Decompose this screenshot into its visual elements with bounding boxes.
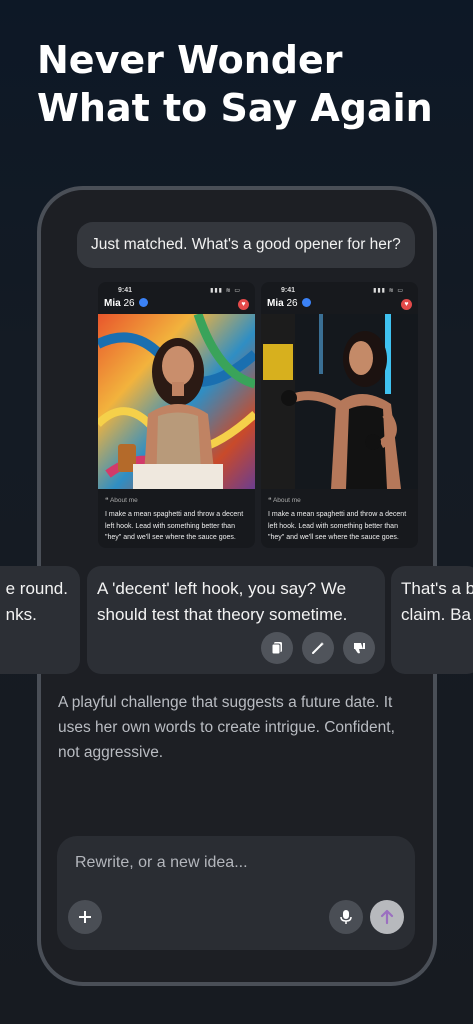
status-bar: 9:41 ▮▮▮ ≋ ▭ [98,284,255,298]
profile-photo [261,314,418,489]
about-me-text: I make a mean spaghetti and throw a dece… [105,511,244,541]
profile-age: 26 [286,298,298,309]
about-me-label: ❝ About me [105,497,138,504]
headline-line-2: What to Say Again [37,86,433,130]
suggestion-line: e round. [5,579,68,598]
profile-card-2[interactable]: 9:41 ▮▮▮ ≋ ▭ Mia 26 ♥ ❝ About me I make … [261,282,418,548]
about-me-text: I make a mean spaghetti and throw a dece… [268,511,407,541]
suggestion-explanation: A playful challenge that suggests a futu… [58,694,395,761]
suggestion-line: A 'decent' left hook, you say? We [97,579,347,598]
thumbs-down-icon[interactable] [343,632,375,664]
heart-icon[interactable]: ♥ [401,299,412,310]
heart-icon[interactable]: ♥ [238,299,249,310]
status-time: 9:41 [118,287,133,294]
about-me-label: ❝ About me [268,497,301,504]
status-icons: ▮▮▮ ≋ ▭ [373,288,404,294]
status-time: 9:41 [281,287,296,294]
verified-badge-icon [139,297,149,307]
profile-photo [98,314,255,489]
suggestion-card-center[interactable]: A 'decent' left hook, you say? We should… [87,566,385,674]
composer-input[interactable] [75,854,395,872]
profile-name: Mia 26 [104,297,149,309]
profile-name: Mia 26 [267,297,312,309]
status-icons: ▮▮▮ ≋ ▭ [210,288,241,294]
status-bar: 9:41 ▮▮▮ ≋ ▭ [261,284,418,298]
copy-icon[interactable] [261,632,293,664]
headline-line-1: Never Wonder [37,38,343,82]
profile-first-name: Mia [267,298,284,309]
user-message-bubble: Just matched. What's a good opener for h… [77,222,415,268]
headline: Never Wonder What to Say Again [37,36,457,132]
magic-wand-icon[interactable] [302,632,334,664]
suggestion-card-right[interactable]: That's a b claim. Ba [391,566,473,674]
verified-badge-icon [302,297,312,307]
suggestion-actions [261,632,375,664]
composer [57,836,415,950]
send-arrow-icon[interactable] [370,900,404,934]
suggestion-line: nks. [5,605,37,624]
plus-icon[interactable] [68,900,102,934]
profile-age: 26 [123,298,135,309]
profile-first-name: Mia [104,298,121,309]
suggestion-line: claim. Ba [401,605,471,624]
profile-card-1[interactable]: 9:41 ▮▮▮ ≋ ▭ Mia 26 ♥ ❝ About me I make … [98,282,255,548]
microphone-icon[interactable] [329,900,363,934]
suggestion-line: That's a b [401,579,473,598]
suggestion-line: should test that theory sometime. [97,605,348,624]
suggestion-card-left[interactable]: e round. nks. [0,566,80,674]
